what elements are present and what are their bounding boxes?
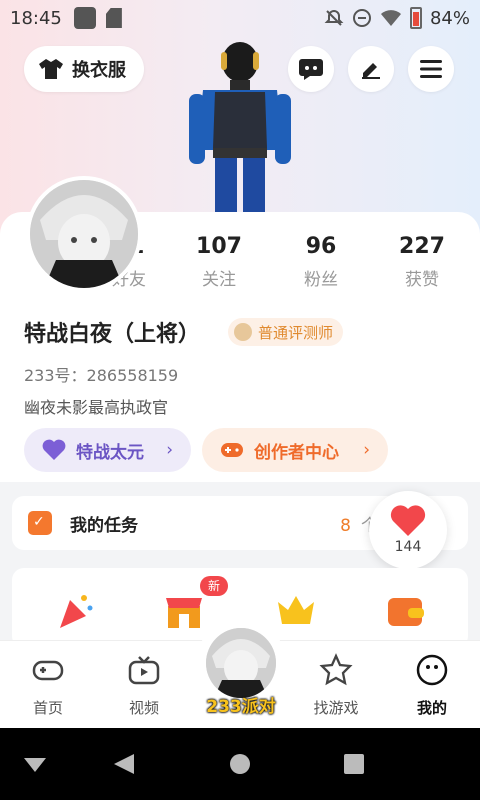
dnd-icon (352, 9, 371, 27)
new-badge: 新 (200, 576, 229, 596)
status-time: 18:45 (10, 7, 62, 29)
reviewer-badge-icon (234, 323, 252, 341)
creator-center-label: 创作者中心 (254, 442, 339, 463)
creator-center-button[interactable]: 创作者中心 › (202, 428, 388, 472)
tab-me[interactable]: 我的 (397, 653, 467, 718)
battery-icon (409, 7, 422, 29)
crown-icon[interactable] (274, 588, 318, 632)
center-avatar-illustration (206, 628, 276, 698)
tezhan-taiyuan-label: 特战太元 (76, 442, 144, 463)
party-center-label: 233派对 (206, 697, 276, 717)
stat-likes[interactable]: 227 获赞 (382, 234, 462, 290)
tab-home[interactable]: 首页 (13, 653, 83, 718)
face-icon (416, 654, 448, 686)
tab-find-games-label: 找游戏 (313, 699, 359, 717)
home-icon[interactable] (228, 752, 252, 776)
user-id: 233号：286558159 (24, 366, 179, 385)
shop-icon[interactable] (162, 588, 206, 632)
red-heart-icon (390, 505, 426, 536)
tab-me-label: 我的 (416, 699, 447, 717)
profile-avatar[interactable] (26, 176, 142, 292)
stat-likes-label: 获赞 (405, 270, 439, 290)
game-avatar-figure (189, 42, 291, 218)
stat-following[interactable]: 107 关注 (179, 234, 259, 290)
wallet-icon[interactable] (384, 588, 428, 632)
tezhan-taiyuan-button[interactable]: 特战太元 › (24, 428, 191, 472)
change-outfit-button[interactable]: 换衣服 (24, 46, 144, 92)
gamepad-tab-icon (32, 660, 64, 681)
task-calendar-icon (28, 511, 52, 535)
avatar-illustration (30, 180, 138, 288)
system-navigation-bar (0, 728, 480, 800)
chat-bubble-icon (299, 59, 323, 80)
purple-heart-icon (42, 439, 66, 460)
my-tasks-title: 我的任务 (70, 515, 138, 536)
battery-percent: 84% (429, 7, 470, 29)
menu-button[interactable] (408, 46, 454, 92)
chevron-right-icon: › (363, 440, 370, 460)
app-notification-icon (73, 7, 96, 29)
wifi-icon (380, 10, 401, 26)
stat-fans[interactable]: 96 粉丝 (281, 234, 361, 290)
stat-fans-value: 96 (305, 234, 337, 259)
reviewer-badge-label: 普通评测师 (258, 323, 334, 342)
shirt-icon (39, 59, 63, 79)
hamburger-menu-icon (420, 60, 442, 78)
edit-profile-button[interactable] (348, 46, 394, 92)
profile-signature: 幽夜未影最高执政官 (24, 398, 169, 417)
tv-icon (128, 656, 160, 685)
mute-icon (324, 9, 344, 26)
gamepad-icon (221, 443, 243, 457)
task-count-number: 8 (340, 515, 351, 536)
stat-following-value: 107 (196, 234, 242, 259)
star-face-icon (319, 653, 353, 686)
pencil-icon (362, 63, 380, 79)
recents-icon[interactable] (342, 752, 366, 776)
party-center-button[interactable] (206, 628, 276, 698)
tab-home-label: 首页 (32, 699, 63, 717)
stat-likes-value: 227 (399, 234, 445, 259)
sd-card-icon (105, 8, 122, 28)
chat-button[interactable] (288, 46, 334, 92)
change-outfit-label: 换衣服 (72, 60, 126, 81)
back-icon[interactable] (112, 752, 136, 776)
party-popper-icon[interactable] (54, 588, 98, 632)
stat-fans-label: 粉丝 (304, 270, 338, 290)
tab-find-games[interactable]: 找游戏 (301, 653, 371, 718)
reviewer-badge[interactable]: 普通评测师 (228, 318, 344, 346)
profile-username: 特战白夜（上将） (24, 322, 201, 347)
collapse-icon[interactable] (22, 752, 48, 776)
tab-video[interactable]: 视频 (109, 653, 179, 718)
stat-following-label: 关注 (202, 270, 236, 290)
tab-video-label: 视频 (128, 699, 159, 717)
status-bar: 18:45 84% (0, 0, 480, 36)
floating-like-button[interactable]: 144 (369, 491, 447, 569)
chevron-right-icon: › (166, 440, 173, 460)
like-count: 144 (394, 539, 422, 555)
